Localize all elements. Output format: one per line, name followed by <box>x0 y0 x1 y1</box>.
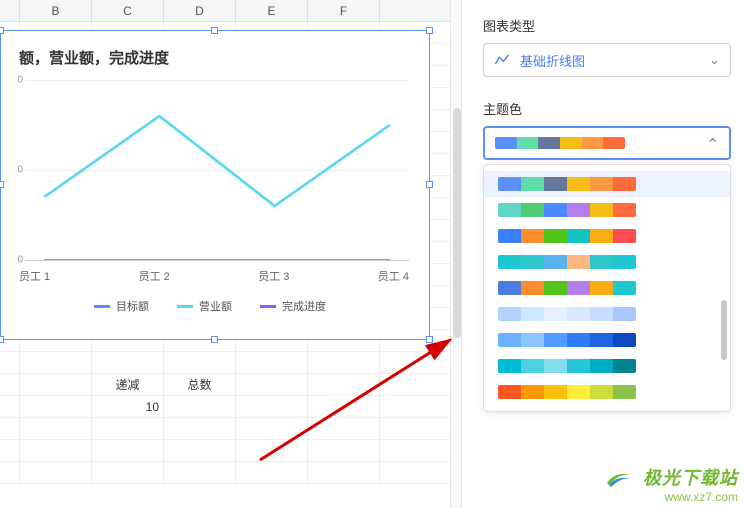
spreadsheet: B C D E F 递减 总数 10 <box>0 0 450 508</box>
chart-title: 额，营业额，完成进度 <box>19 47 419 68</box>
y-tick: 0 <box>17 255 23 266</box>
legend-label: 目标额 <box>116 298 149 314</box>
watermark: 极光下载站 www.xz7.com <box>605 464 738 504</box>
resize-handle[interactable] <box>211 336 218 343</box>
resize-handle[interactable] <box>426 27 433 34</box>
resize-handle[interactable] <box>426 181 433 188</box>
col-header-d[interactable]: D <box>164 0 236 21</box>
logo-icon <box>605 469 633 489</box>
resize-handle[interactable] <box>0 336 4 343</box>
resize-handle[interactable] <box>0 27 4 34</box>
table-header-cell[interactable]: 递减 <box>92 374 164 395</box>
vertical-scrollbar[interactable] <box>450 0 462 508</box>
palette-option[interactable] <box>484 223 730 249</box>
chart-type-select[interactable]: 基础折线图 ⌄ <box>483 43 731 77</box>
col-header[interactable] <box>0 0 20 21</box>
theme-color-dropdown[interactable] <box>483 164 731 412</box>
table-data-row: 10 <box>0 396 450 418</box>
legend-swatch <box>177 305 193 308</box>
x-label: 员工 2 <box>139 268 170 284</box>
col-header-e[interactable]: E <box>236 0 308 21</box>
watermark-url: www.xz7.com <box>605 490 738 504</box>
legend-swatch <box>260 305 276 308</box>
palette-option[interactable] <box>484 275 730 301</box>
legend-swatch <box>94 305 110 308</box>
theme-color-select[interactable]: ⌄ <box>483 126 731 160</box>
table-cell-value[interactable]: 10 <box>92 396 164 417</box>
chart-lines <box>25 80 409 260</box>
chart-type-value: 基础折线图 <box>520 51 585 70</box>
palette-option[interactable] <box>484 197 730 223</box>
chart-type-label: 图表类型 <box>483 16 744 35</box>
resize-handle[interactable] <box>0 181 4 188</box>
watermark-brand: 极光下载站 <box>643 468 738 488</box>
legend-label: 完成进度 <box>282 298 326 314</box>
y-tick: 0 <box>17 75 23 86</box>
dropdown-scrollbar-thumb[interactable] <box>721 300 727 360</box>
chevron-down-icon: ⌄ <box>709 52 720 68</box>
chart-legend: 目标额 营业额 完成进度 <box>1 298 419 314</box>
chart-object[interactable]: 额，营业额，完成进度 0 0 0 员工 1 员工 2 <box>0 30 430 340</box>
chart-plot-area: 0 0 0 <box>7 80 419 260</box>
x-axis-labels: 员工 1 员工 2 员工 3 员工 4 <box>19 268 409 284</box>
x-label: 员工 4 <box>378 268 409 284</box>
scrollbar-thumb[interactable] <box>453 108 461 338</box>
col-header-f[interactable]: F <box>308 0 380 21</box>
selected-palette <box>495 137 625 149</box>
theme-color-label: 主题色 <box>483 99 744 118</box>
chevron-up-icon: ⌄ <box>706 133 719 153</box>
palette-option[interactable] <box>484 327 730 353</box>
table-header-row: 递减 总数 <box>0 374 450 396</box>
settings-panel: 图表类型 基础折线图 ⌄ 主题色 ⌄ <box>465 0 744 508</box>
x-label: 员工 3 <box>258 268 289 284</box>
col-header-c[interactable]: C <box>92 0 164 21</box>
palette-option[interactable] <box>484 379 730 405</box>
x-label: 员工 1 <box>19 268 50 284</box>
col-header-b[interactable]: B <box>20 0 92 21</box>
palette-option[interactable] <box>484 301 730 327</box>
line-chart-icon <box>494 52 510 68</box>
palette-option[interactable] <box>484 249 730 275</box>
resize-handle[interactable] <box>211 27 218 34</box>
legend-label: 营业额 <box>199 298 232 314</box>
column-headers-row: B C D E F <box>0 0 450 22</box>
resize-handle[interactable] <box>426 336 433 343</box>
y-tick: 0 <box>17 165 23 176</box>
table-header-cell[interactable]: 总数 <box>164 374 236 395</box>
palette-option[interactable] <box>484 171 730 197</box>
palette-option[interactable] <box>484 353 730 379</box>
